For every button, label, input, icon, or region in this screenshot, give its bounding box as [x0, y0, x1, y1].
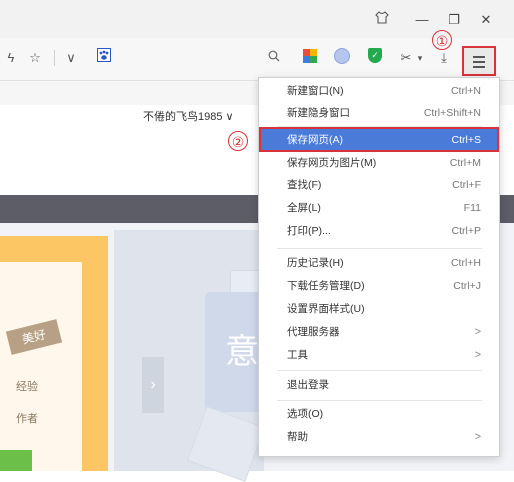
app-grid-icon[interactable]	[303, 49, 317, 63]
chevron-right-icon: >	[474, 326, 481, 338]
menu-item-help[interactable]: 帮助 >	[259, 426, 499, 448]
menu-item-downloads[interactable]: 下载任务管理(D) Ctrl+J	[259, 275, 499, 297]
toolbar-divider	[54, 50, 55, 66]
menu-item-new-incognito[interactable]: 新建隐身窗口 Ctrl+Shift+N	[259, 102, 499, 124]
shield-icon[interactable]: ✓	[368, 48, 382, 63]
chevron-right-icon: >	[474, 349, 481, 361]
skin-icon[interactable]	[372, 10, 392, 30]
zap-icon[interactable]: ϟ	[4, 48, 18, 68]
menu-item-find[interactable]: 查找(F) Ctrl+F	[259, 174, 499, 196]
carousel-next-button[interactable]: ›	[142, 357, 164, 413]
step-marker-2: ②	[228, 131, 248, 151]
promo-text-1: 经验	[16, 381, 38, 393]
chevron-right-icon: >	[474, 431, 481, 443]
search-icon[interactable]	[266, 48, 282, 68]
chevron-down-icon[interactable]: ∨	[62, 48, 80, 68]
scissors-dropdown-icon[interactable]: ▾	[416, 48, 424, 68]
step-marker-1: ①	[432, 30, 452, 50]
restore-button[interactable]: ❐	[444, 10, 464, 30]
menu-item-tools[interactable]: 工具 >	[259, 344, 499, 366]
promo-button[interactable]	[0, 450, 32, 471]
translate-icon[interactable]	[334, 48, 350, 64]
menu-item-new-window[interactable]: 新建窗口(N) Ctrl+N	[259, 80, 499, 102]
save-page-highlight-frame	[259, 127, 499, 152]
menu-item-options[interactable]: 选项(O)	[259, 403, 499, 425]
promo-card-inner	[0, 262, 82, 471]
menu-item-print[interactable]: 打印(P)... Ctrl+P	[259, 220, 499, 242]
username-link[interactable]: 不倦的飞鸟1985 ∨	[143, 108, 234, 124]
menu-item-fullscreen[interactable]: 全屏(L) F11	[259, 197, 499, 219]
menu-item-ui-style[interactable]: 设置界面样式(U)	[259, 298, 499, 320]
baidu-paw-icon[interactable]	[96, 48, 112, 68]
scissors-icon[interactable]: ✂	[398, 48, 414, 68]
minimize-button[interactable]: —	[412, 10, 432, 30]
decorative-glyph: 意	[205, 292, 265, 412]
star-icon[interactable]: ☆	[26, 48, 44, 68]
menu-item-logout[interactable]: 退出登录	[259, 374, 499, 396]
menu-item-proxy[interactable]: 代理服务器 >	[259, 321, 499, 343]
download-icon[interactable]: ⤓	[436, 48, 452, 68]
main-menu-button[interactable]	[462, 46, 496, 76]
close-button[interactable]: ✕	[476, 10, 496, 30]
menu-item-save-as-image[interactable]: 保存网页为图片(M) Ctrl+M	[259, 152, 499, 174]
menu-item-history[interactable]: 历史记录(H) Ctrl+H	[259, 252, 499, 274]
promo-text-2: 作者	[16, 413, 38, 425]
